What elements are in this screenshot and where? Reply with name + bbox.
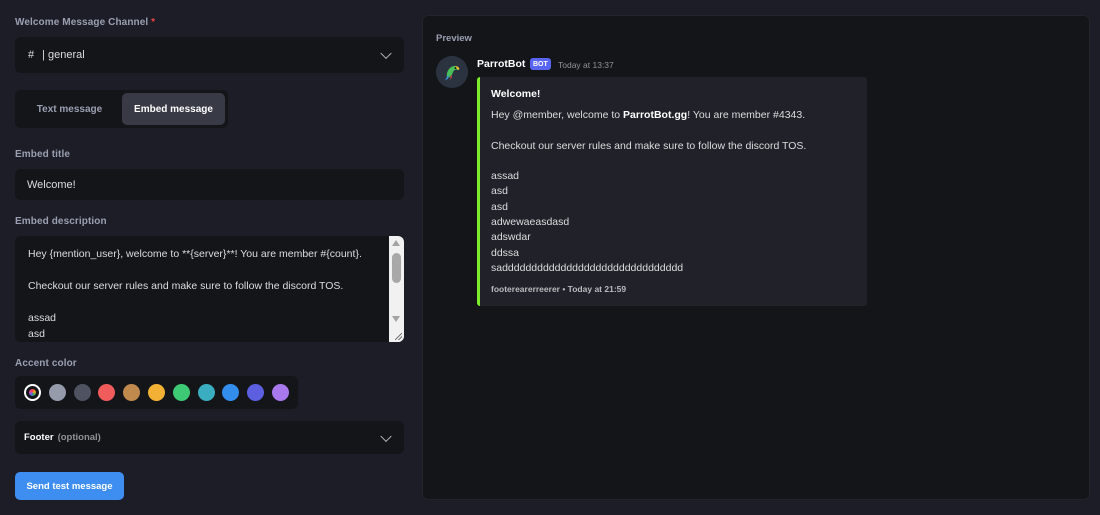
embed-title-input[interactable]: Welcome! [15,169,404,200]
color-swatch[interactable] [98,384,116,401]
color-swatch[interactable] [73,384,91,401]
color-swatch[interactable] [247,384,265,401]
tab-text-message[interactable]: Text message [18,93,121,125]
chevron-down-icon [380,430,392,442]
custom-color-picker-icon[interactable] [24,384,41,401]
embed-title-label: Embed title [15,149,70,160]
color-swatch[interactable] [222,384,240,401]
embed-preview: Welcome! Hey @member, welcome to ParrotB… [477,77,867,306]
embed-preview-server-name: ParrotBot.gg [623,109,688,121]
parrot-avatar-icon [436,56,468,88]
embed-preview-description: Hey @member, welcome to ParrotBot.gg! Yo… [491,109,807,274]
color-swatch[interactable] [272,384,289,401]
bot-badge: BOT [530,58,551,70]
embed-description-text: Hey {mention_user}, welcome to **{server… [28,248,362,340]
scroll-down-arrow-icon[interactable] [392,316,400,322]
resize-handle[interactable] [392,332,404,342]
footer-section[interactable]: Footer (optional) [15,421,404,454]
channel-label: Welcome Message Channel * [15,17,156,28]
embed-preview-footer: footerearerreerer • Today at 21:59 [491,284,627,294]
scroll-up-arrow-icon[interactable] [392,240,400,246]
accent-color-label: Accent color [15,358,77,369]
preview-label: Preview [436,33,472,44]
color-swatch[interactable] [197,384,215,401]
channel-value: | general [42,49,85,61]
message-type-toggle: Text message Embed message [15,90,228,128]
color-swatch[interactable] [48,384,66,401]
scroll-thumb[interactable] [392,253,401,283]
preview-panel: Preview ParrotBot BOT Today at 13:37 Wel… [422,15,1090,500]
footer-label: Footer [24,432,54,443]
required-mark: * [151,17,156,28]
tab-embed-message[interactable]: Embed message [122,93,225,125]
embed-description-textarea[interactable]: Hey {mention_user}, welcome to **{server… [15,236,404,342]
footer-optional-label: (optional) [57,432,101,443]
message-timestamp: Today at 13:37 [558,60,614,70]
textarea-scrollbar[interactable] [389,236,404,342]
hash-icon: # [28,49,35,61]
color-swatch[interactable] [148,384,165,401]
bot-name: ParrotBot [477,58,526,70]
color-swatch[interactable] [123,384,141,401]
embed-description-label: Embed description [15,216,107,227]
chevron-down-icon [380,47,392,60]
accent-color-swatches [15,376,298,409]
embed-preview-title: Welcome! [491,88,541,100]
channel-select[interactable]: # | general [15,37,404,73]
color-swatch[interactable] [172,384,190,401]
send-test-message-button[interactable]: Send test message [15,472,124,500]
